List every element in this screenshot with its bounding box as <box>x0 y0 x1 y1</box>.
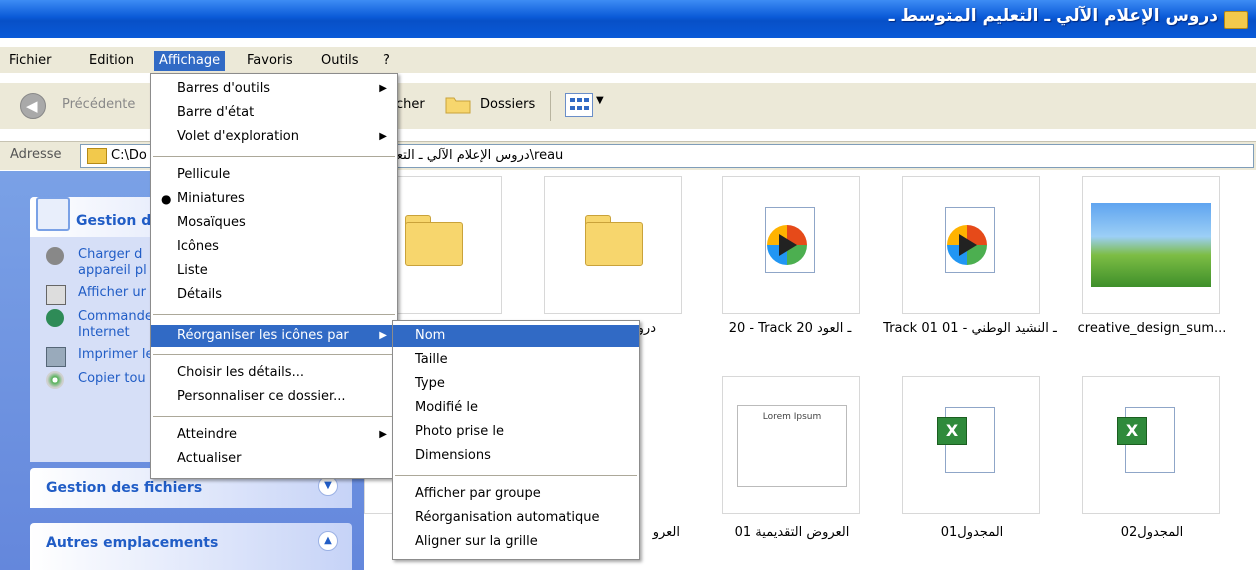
folder-icon <box>1224 11 1248 29</box>
menu-item-personnaliser[interactable]: Personnaliser ce dossier... <box>151 386 397 408</box>
slide-item[interactable]: Lorem Ipsum <box>722 376 860 514</box>
back-button-label[interactable]: Précédente <box>62 97 135 112</box>
folder-item[interactable] <box>544 176 682 314</box>
align-to-grid[interactable]: Aligner sur la grille <box>393 531 639 553</box>
back-arrow-icon[interactable]: ◀ <box>20 93 46 119</box>
expand-icon[interactable]: ▼ <box>318 476 338 496</box>
item-label[interactable]: Track 01 ـ النشيد الوطني - 01 <box>880 321 1060 337</box>
cd-icon <box>46 371 64 389</box>
slide-preview: Lorem Ipsum <box>737 405 847 487</box>
arrange-by-dimensions[interactable]: Dimensions <box>393 445 639 467</box>
folders-button-label[interactable]: Dossiers <box>480 97 535 112</box>
submenu-arrow-icon: ▶ <box>379 83 387 94</box>
item-label[interactable]: creative_design_sum... <box>1062 321 1242 336</box>
views-icon[interactable] <box>565 93 593 117</box>
show-in-groups[interactable]: Afficher par groupe <box>393 483 639 505</box>
excel-item[interactable]: X <box>1082 376 1220 514</box>
submenu-arrow-icon: ▶ <box>379 131 387 142</box>
excel-item[interactable]: X <box>902 376 1040 514</box>
window-title: دروس الإعلام الآلي ـ التعليم المتوسط ـ <box>888 6 1218 26</box>
item-label[interactable]: 20 - Track 20 ـ العود <box>700 321 880 336</box>
arrange-by-name[interactable]: Nom <box>393 325 639 347</box>
media-item[interactable] <box>722 176 860 314</box>
menu-separator <box>153 156 395 157</box>
menu-fichier[interactable]: Fichier <box>4 51 57 71</box>
camera-icon <box>46 247 64 265</box>
item-label[interactable]: المجدول02 <box>1062 525 1242 540</box>
arrange-by-type[interactable]: Type <box>393 373 639 395</box>
web-icon <box>46 309 64 327</box>
menu-item-atteindre[interactable]: Atteindre ▶ <box>151 424 397 446</box>
affichage-menu: Barres d'outils ▶ Barre d'état Volet d'ex… <box>150 73 398 479</box>
address-path-start: C:\Do <box>111 148 147 163</box>
menu-affichage[interactable]: Affichage <box>154 51 226 71</box>
menu-favoris[interactable]: Favoris <box>242 51 298 71</box>
item-label[interactable]: المجدول01 <box>882 525 1062 540</box>
menu-item-miniatures[interactable]: ● Miniatures <box>151 188 397 210</box>
play-icon <box>959 234 977 256</box>
menu-item-choisir-details[interactable]: Choisir les détails... <box>151 362 397 384</box>
arrange-icons-submenu: Nom Taille Type Modifié le Photo prise l… <box>392 320 640 560</box>
other-places-title: Autres emplacements <box>46 535 219 551</box>
submenu-arrow-icon: ▶ <box>379 330 387 341</box>
menu-separator <box>153 416 395 417</box>
item-label[interactable]: العروض التقديمية 01 <box>702 525 882 540</box>
print-icon <box>46 285 66 305</box>
arrange-by-size[interactable]: Taille <box>393 349 639 371</box>
arrange-by-photo-date[interactable]: Photo prise le <box>393 421 639 443</box>
auto-arrange[interactable]: Réorganisation automatique <box>393 507 639 529</box>
menu-outils[interactable]: Outils <box>316 51 364 71</box>
collapse-icon[interactable]: ▲ <box>318 531 338 551</box>
picture-tasks-icon <box>36 197 70 231</box>
search-button-label[interactable]: cher <box>396 97 425 112</box>
menu-item-mosaiques[interactable]: Mosaïques <box>151 212 397 234</box>
menu-item-barres-outils[interactable]: Barres d'outils ▶ <box>151 78 397 100</box>
menu-item-pellicule[interactable]: Pellicule <box>151 164 397 186</box>
image-item[interactable] <box>1082 176 1220 314</box>
folder-icon <box>585 222 643 266</box>
menu-separator <box>153 354 395 355</box>
address-label: Adresse <box>10 147 62 162</box>
toolbar-separator <box>550 91 551 121</box>
file-tasks-title: Gestion des fichiers <box>46 480 203 496</box>
folders-icon[interactable] <box>444 93 472 115</box>
menu-edition[interactable]: Edition <box>84 51 139 71</box>
views-dropdown-icon[interactable]: ▼ <box>596 95 604 106</box>
menu-separator <box>395 475 637 476</box>
menu-item-volet-exploration[interactable]: Volet d'exploration ▶ <box>151 126 397 148</box>
radio-dot-icon: ● <box>161 192 172 206</box>
other-places-box[interactable]: Autres emplacements ▲ <box>30 523 352 570</box>
title-bar[interactable]: دروس الإعلام الآلي ـ التعليم المتوسط ـ <box>0 0 1256 38</box>
printer-icon <box>46 347 66 367</box>
menu-item-icones[interactable]: Icônes <box>151 236 397 258</box>
menu-item-barre-etat[interactable]: Barre d'état <box>151 102 397 124</box>
media-item[interactable] <box>902 176 1040 314</box>
arrange-by-modified[interactable]: Modifié le <box>393 397 639 419</box>
submenu-arrow-icon: ▶ <box>379 429 387 440</box>
play-icon <box>779 234 797 256</box>
excel-icon: X <box>937 417 967 445</box>
excel-icon: X <box>1117 417 1147 445</box>
menu-item-reorganiser[interactable]: Réorganiser les icônes par ▶ <box>151 325 397 347</box>
menu-item-details[interactable]: Détails <box>151 284 397 306</box>
menu-separator <box>153 314 395 315</box>
slide-title: Lorem Ipsum <box>762 412 822 422</box>
menu-item-actualiser[interactable]: Actualiser <box>151 448 397 470</box>
folder-icon <box>87 148 107 164</box>
landscape-image <box>1091 203 1211 287</box>
tasks-box-title: Gestion d <box>76 213 152 229</box>
menu-help[interactable]: ? <box>378 51 395 71</box>
folder-icon <box>405 222 463 266</box>
menu-bar: Fichier Edition Affichage Favoris Outils… <box>0 47 1256 73</box>
menu-item-liste[interactable]: Liste <box>151 260 397 282</box>
